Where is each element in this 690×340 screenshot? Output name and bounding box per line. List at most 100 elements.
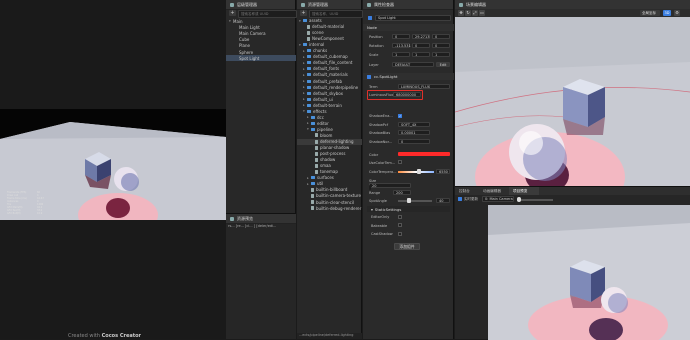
position-x-field[interactable]: 0 bbox=[392, 34, 410, 39]
position-y-field[interactable]: 29.2713 bbox=[412, 34, 430, 39]
file-icon bbox=[311, 187, 314, 192]
resource-preview-toolbar[interactable]: rs... [re... [cl... ] [deler/edi... bbox=[228, 224, 294, 230]
assets-add-button[interactable]: + bbox=[300, 10, 307, 16]
spot-angle-label: SpotAngle bbox=[369, 199, 387, 203]
preview-zoom-handle[interactable] bbox=[517, 197, 521, 202]
asset-item-label: dcc bbox=[317, 114, 324, 120]
shadow-enabled-checkbox[interactable]: ✓ bbox=[398, 113, 402, 118]
scale-x-field[interactable]: 1 bbox=[392, 52, 410, 57]
camera-select[interactable]: 0: Main Camera bbox=[482, 196, 514, 202]
folder-icon bbox=[311, 182, 315, 186]
file-icon bbox=[311, 206, 314, 211]
gizmo-settings-icon[interactable]: ⚙ bbox=[674, 10, 680, 16]
spot-angle-slider[interactable] bbox=[398, 200, 432, 202]
asset-item[interactable]: builtin-debug-renderer bbox=[297, 205, 362, 211]
position-z-field[interactable]: 0 bbox=[432, 34, 450, 39]
inspector-title: 属性检查器 bbox=[374, 1, 394, 7]
hierarchy-node[interactable]: Spot Light bbox=[226, 55, 296, 62]
asset-item-label: default_prefab bbox=[313, 78, 343, 84]
hierarchy-add-button[interactable]: + bbox=[229, 10, 236, 16]
rotation-z-value: 0 bbox=[435, 43, 438, 48]
asset-item-label: default-material bbox=[312, 24, 345, 30]
hierarchy-node[interactable]: ▾ Main bbox=[226, 18, 296, 24]
luminous-flux-label: LuminousFlux bbox=[369, 93, 394, 97]
add-component-button[interactable]: 添加组件 bbox=[394, 243, 420, 250]
asset-item-label: default_fonts bbox=[313, 66, 340, 72]
preview-tab-bar: 控制台 动画编辑器 项目预览 bbox=[455, 187, 690, 195]
scale-tool-icon[interactable]: ⤢ bbox=[472, 10, 478, 16]
stat-label: GFX Buf(M) bbox=[7, 212, 21, 215]
preview-tab[interactable]: 动画编辑器 bbox=[479, 187, 509, 195]
rotation-x-field[interactable]: -113.531 bbox=[392, 43, 411, 48]
hierarchy-node[interactable]: Plane bbox=[226, 43, 296, 49]
shadow-property-field[interactable]: 0.00001 bbox=[398, 130, 430, 135]
position-z-value: 0 bbox=[435, 34, 438, 39]
scale-y-field[interactable]: 1 bbox=[412, 52, 430, 57]
game-preview-canvas: Framerate (FPS) 60 Draw call 4 Frame time (m… bbox=[0, 109, 226, 220]
rect-tool-icon[interactable]: ▭ bbox=[479, 10, 485, 16]
term-value: LUMINOUS_FLUX bbox=[401, 84, 431, 89]
preview-tab[interactable]: 项目预览 bbox=[509, 187, 539, 195]
asset-item-label: effects bbox=[313, 108, 327, 114]
static-setting-checkbox[interactable] bbox=[398, 223, 402, 227]
color-temperature-slider-handle[interactable] bbox=[417, 169, 421, 174]
static-setting-checkbox[interactable] bbox=[398, 214, 402, 219]
view-mode-button[interactable]: 3D bbox=[663, 10, 671, 16]
position-y-value: 29.2713 bbox=[415, 34, 430, 39]
scale-y-value: 1 bbox=[415, 52, 418, 57]
shadow-property-field[interactable]: 0 bbox=[398, 139, 430, 144]
hierarchy-node[interactable]: Sphere bbox=[226, 49, 296, 55]
spotlight-component-header[interactable]: cc.SpotLight bbox=[363, 73, 454, 80]
preview-viewport bbox=[488, 205, 690, 340]
scale-x-value: 1 bbox=[395, 52, 398, 57]
shadow-property-label: ShadowPcf bbox=[369, 123, 389, 127]
shadow-pcf-select[interactable]: SOFT_4X bbox=[398, 122, 430, 127]
size-field[interactable]: 20 bbox=[369, 183, 411, 188]
assets-footer-path: ...ects/pipeline/deferred-lighting bbox=[297, 333, 362, 339]
rotation-y-value: 0 bbox=[415, 43, 418, 48]
node-active-checkbox[interactable] bbox=[368, 16, 372, 20]
node-name-field[interactable]: Spot Light bbox=[375, 15, 451, 21]
node-name-value: Spot Light bbox=[378, 16, 396, 20]
spot-angle-value: 40 bbox=[439, 198, 444, 203]
move-tool-icon[interactable]: ✥ bbox=[458, 10, 464, 16]
live-update-checkbox[interactable] bbox=[458, 197, 462, 201]
hierarchy-node[interactable]: Main Light bbox=[226, 24, 296, 30]
asset-item-label: pipeline bbox=[317, 126, 333, 132]
scale-z-field[interactable]: 1 bbox=[432, 52, 450, 57]
file-icon bbox=[307, 36, 310, 41]
rotate-tool-icon[interactable]: ↻ bbox=[465, 10, 471, 16]
color-temperature-slider[interactable] bbox=[398, 171, 434, 173]
luminous-flux-value: 680000000 bbox=[396, 92, 417, 97]
inspector-icon bbox=[367, 2, 371, 7]
range-field[interactable] bbox=[369, 185, 371, 190]
hierarchy-node[interactable]: Cube bbox=[226, 37, 296, 43]
spot-angle-field[interactable]: 40 bbox=[436, 198, 450, 203]
resource-preview-title-bar: 资源预览 bbox=[226, 214, 296, 224]
spot-angle-slider-handle[interactable] bbox=[407, 198, 411, 203]
folder-icon bbox=[307, 73, 311, 77]
luminous-flux-field[interactable]: 680000000 bbox=[393, 92, 421, 97]
shadow-property-label: ShadowNor... bbox=[369, 140, 393, 144]
color-swatch[interactable] bbox=[398, 152, 450, 156]
static-setting-label: EditorOnly bbox=[371, 215, 390, 219]
scene-viewport[interactable] bbox=[455, 17, 690, 186]
term-select[interactable]: LUMINOUS_FLUX bbox=[398, 84, 450, 89]
coordinate-mode-select[interactable]: 全局坐标 bbox=[640, 10, 660, 16]
static-setting-checkbox[interactable] bbox=[398, 231, 402, 236]
node-section-header[interactable]: Node bbox=[363, 24, 454, 31]
hierarchy-node[interactable]: Main Camera bbox=[226, 30, 296, 36]
preview-tab[interactable]: 控制台 bbox=[455, 187, 479, 195]
hierarchy-search-input[interactable]: 搜索名称或 UUID bbox=[238, 10, 297, 18]
preview-zoom-slider[interactable] bbox=[517, 199, 553, 201]
static-settings-header[interactable]: ▾ StaticSettings bbox=[367, 206, 450, 212]
layer-edit-button[interactable]: Edit bbox=[436, 62, 450, 67]
rotation-z-field[interactable]: 0 bbox=[432, 43, 450, 48]
color-temperature-field[interactable]: 6550 bbox=[436, 169, 450, 174]
layer-select[interactable]: DEFAULT bbox=[392, 62, 434, 67]
spotlight-enabled-checkbox[interactable] bbox=[367, 74, 371, 79]
use-color-temperature-checkbox[interactable] bbox=[398, 160, 402, 164]
rotation-y-field[interactable]: 0 bbox=[412, 43, 430, 48]
asset-item-label: smaa bbox=[320, 163, 331, 169]
range-input[interactable]: 200 bbox=[393, 190, 411, 195]
